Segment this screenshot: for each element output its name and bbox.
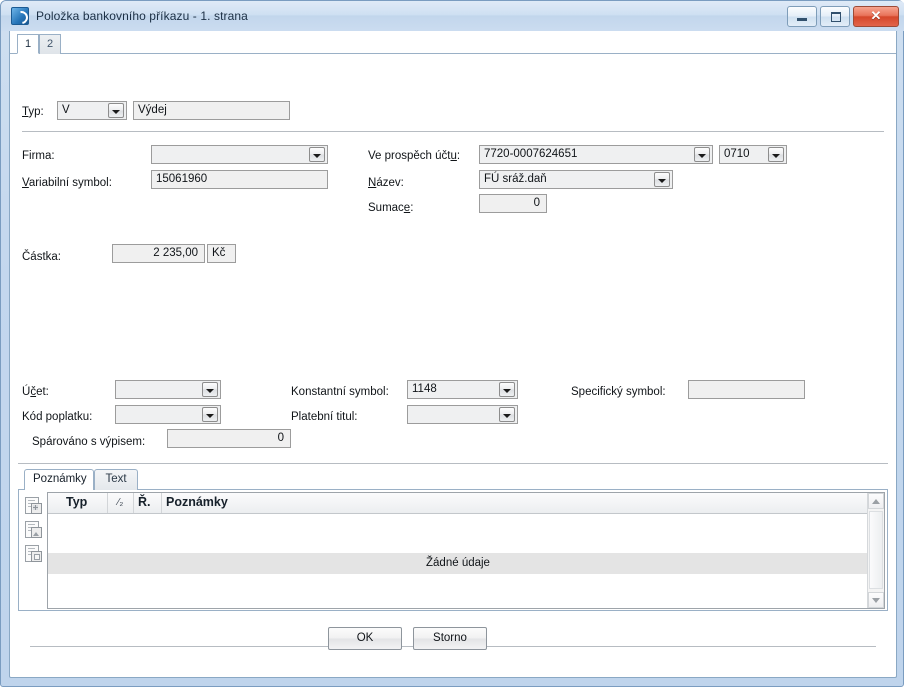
maximize-icon (831, 11, 841, 22)
typ-code-combo[interactable]: V (57, 101, 127, 120)
firma-combo[interactable] (151, 145, 328, 164)
label-variabilni-symbol: Variabilní symbol: (22, 177, 112, 189)
typ-text-field[interactable]: Výdej (133, 101, 290, 120)
variabilni-symbol-field[interactable]: 15061960 (151, 170, 328, 189)
label-castka: Částka: (22, 251, 61, 263)
separator-notes (18, 463, 888, 464)
page-tab-strip: 1 2 (10, 31, 896, 54)
bank-code-combo[interactable]: 0710 (719, 145, 787, 164)
ve-prospech-uctu-combo[interactable]: 7720-0007624651 (479, 145, 713, 164)
close-button[interactable]: ✕ (853, 5, 899, 27)
grid-column-poznamky[interactable]: Poznámky (162, 493, 862, 513)
label-specificky-symbol: Specifický symbol: (571, 386, 666, 398)
nazev-value: FÚ sráž.daň (484, 173, 547, 185)
konstantni-symbol-combo[interactable]: 1148 (407, 380, 518, 399)
platebni-titul-combo[interactable] (407, 405, 518, 424)
notes-body: Typ ⁄₂ Ř. Poznámky Žádné údaje (18, 489, 888, 611)
chevron-down-icon[interactable] (499, 407, 515, 422)
document-grid-icon[interactable] (24, 497, 42, 514)
maximize-button[interactable] (820, 5, 850, 27)
cancel-button[interactable]: Storno (413, 627, 487, 650)
chevron-down-icon[interactable] (694, 147, 710, 162)
castka-field[interactable]: 2 235,00 (112, 244, 205, 263)
label-sumace: Sumace: (368, 202, 414, 214)
label-typ: Typ: (22, 106, 44, 118)
ve-prospech-uctu-value: 7720-0007624651 (484, 148, 578, 160)
castka-currency-field[interactable]: Kč (207, 244, 236, 263)
label-ucet: Účet: (22, 386, 49, 398)
notes-grid-header: Typ ⁄₂ Ř. Poznámky (48, 493, 868, 514)
konstantni-symbol-value: 1148 (412, 383, 437, 395)
notes-toolbar (21, 492, 45, 608)
grid-vertical-scrollbar[interactable] (867, 493, 884, 608)
label-konstantni-symbol: Konstantní symbol: (291, 386, 389, 398)
label-firma: Firma: (22, 150, 55, 162)
chevron-down-icon[interactable] (768, 147, 784, 162)
minimize-icon (797, 17, 807, 21)
separator-top (22, 131, 884, 132)
grid-empty-message: Žádné údaje (48, 553, 868, 574)
window-controls: ✕ (787, 5, 899, 27)
ucet-combo[interactable] (115, 380, 221, 399)
notes-panel: Poznámky Text Typ ⁄₂ Ř. Poznámky Žádné ú… (18, 469, 888, 611)
label-ve-prospech-uctu: Ve prospěch účtu: (368, 150, 461, 162)
nazev-combo[interactable]: FÚ sráž.daň (479, 170, 673, 189)
label-kod-poplatku: Kód poplatku: (22, 411, 93, 423)
label-sparovano: Spárováno s výpisem: (32, 436, 146, 448)
minimize-button[interactable] (787, 5, 817, 27)
chevron-down-icon[interactable] (202, 407, 218, 422)
kod-poplatku-combo[interactable] (115, 405, 221, 424)
dialog-client-area: 1 2 Typ: V Výdej Firma: Variabilní symbo… (9, 31, 897, 678)
app-icon (11, 7, 29, 25)
scroll-up-icon[interactable] (868, 493, 884, 509)
chevron-down-icon[interactable] (202, 382, 218, 397)
sparovano-field[interactable]: 0 (167, 429, 291, 448)
grid-column-typ[interactable]: Typ (62, 493, 108, 513)
page-tab-2[interactable]: 2 (39, 34, 61, 54)
close-icon: ✕ (870, 7, 882, 23)
document-image-icon[interactable] (24, 521, 42, 538)
chevron-down-icon[interactable] (309, 147, 325, 162)
typ-code-value: V (62, 104, 70, 116)
bank-code-value: 0710 (724, 148, 750, 160)
specificky-symbol-field[interactable] (688, 380, 805, 399)
chevron-down-icon[interactable] (654, 172, 670, 187)
page-tab-1[interactable]: 1 (17, 34, 39, 54)
title-bar[interactable]: Položka bankovního příkazu - 1. strana ✕ (1, 1, 904, 31)
document-copy-icon[interactable] (24, 545, 42, 562)
chevron-down-icon[interactable] (499, 382, 515, 397)
notes-tab-poznamky[interactable]: Poznámky (24, 469, 94, 490)
notes-tab-text[interactable]: Text (94, 469, 138, 490)
ok-button[interactable]: OK (328, 627, 402, 650)
grid-column-rada[interactable]: Ř. (134, 493, 162, 513)
dialog-window: Položka bankovního příkazu - 1. strana ✕… (0, 0, 904, 687)
notes-grid[interactable]: Typ ⁄₂ Ř. Poznámky Žádné údaje (47, 492, 885, 609)
sumace-field[interactable]: 0 (479, 194, 547, 213)
scroll-thumb[interactable] (869, 511, 883, 589)
label-platebni-titul: Platební titul: (291, 411, 358, 423)
chevron-down-icon[interactable] (108, 103, 124, 118)
label-nazev: Název: (368, 177, 404, 189)
scroll-down-icon[interactable] (868, 592, 884, 608)
window-title: Položka bankovního příkazu - 1. strana (36, 9, 248, 23)
grid-column-sort-indicator[interactable]: ⁄₂ (108, 493, 134, 513)
